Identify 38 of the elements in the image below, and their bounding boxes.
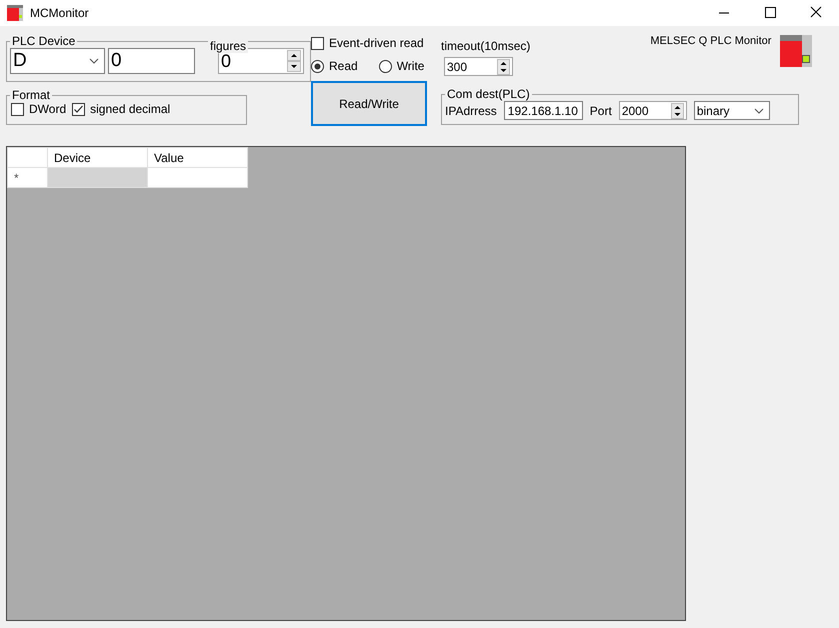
- port-spinner[interactable]: 2000: [618, 101, 687, 120]
- address-field[interactable]: 0: [108, 48, 195, 74]
- column-header[interactable]: Device: [48, 148, 148, 168]
- radio-button[interactable]: [378, 60, 392, 72]
- table-cell[interactable]: [48, 168, 148, 188]
- group-label: Format: [11, 88, 52, 102]
- radio-button[interactable]: [311, 60, 324, 72]
- spin-arrows-icon: [670, 102, 684, 118]
- checkbox-label[interactable]: signed decimal: [90, 102, 170, 116]
- read-write-button[interactable]: Read/Write: [311, 81, 427, 126]
- group-label: figures: [208, 39, 248, 53]
- checkbox[interactable]: [311, 36, 324, 50]
- chevron-icon: [754, 108, 764, 114]
- radio-label[interactable]: Write: [396, 59, 424, 73]
- spin-arrows-icon: [287, 50, 301, 72]
- group-label: PLC Device: [11, 34, 76, 48]
- timeout-label: timeout(10msec): [441, 39, 530, 53]
- checkbox[interactable]: [11, 102, 24, 116]
- row-marker: *: [8, 168, 48, 188]
- protocol-dropdown[interactable]: binary: [694, 101, 770, 120]
- spin-arrows-icon: [497, 58, 510, 74]
- logo-icon: [780, 35, 812, 67]
- timeout-spinner[interactable]: 300: [444, 57, 513, 76]
- checkbox-label[interactable]: DWord: [29, 102, 66, 116]
- app-icon: [7, 5, 23, 21]
- window-title: MCMonitor: [30, 6, 89, 20]
- checkbox-label[interactable]: Event-driven read: [329, 36, 424, 50]
- chevron-icon: [89, 58, 99, 64]
- radio-label[interactable]: Read: [329, 59, 358, 73]
- device-dropdown[interactable]: D: [10, 48, 105, 74]
- group-label: Com dest(PLC): [446, 87, 531, 101]
- app-label: MELSEC Q PLC Monitor: [650, 34, 772, 49]
- checkbox[interactable]: [72, 102, 86, 116]
- ip-field[interactable]: 192.168.1.10: [504, 101, 583, 120]
- port-label: Port: [590, 104, 612, 118]
- column-header[interactable]: Value: [148, 148, 248, 168]
- ip-label: IPAdrress: [445, 104, 497, 118]
- table-cell[interactable]: [148, 168, 248, 188]
